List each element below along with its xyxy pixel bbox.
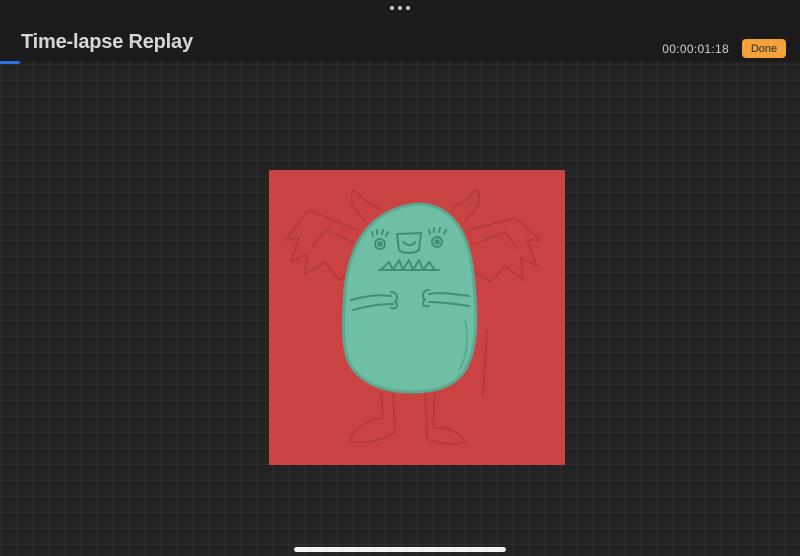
done-button[interactable]: Done — [742, 39, 786, 58]
playback-progress-bar[interactable] — [0, 61, 800, 64]
artwork-canvas[interactable] — [269, 170, 565, 465]
page-title: Time-lapse Replay — [21, 31, 193, 53]
timelapse-replay-screen: Time-lapse Replay 00:00:01:18 Done — [0, 0, 800, 556]
playback-timer: 00:00:01:18 — [662, 42, 729, 56]
playback-progress-fill — [0, 61, 20, 64]
top-bar: Time-lapse Replay 00:00:01:18 Done — [0, 0, 800, 62]
more-dots-icon[interactable] — [390, 3, 410, 13]
home-indicator[interactable] — [294, 547, 506, 552]
monster-drawing — [284, 189, 542, 446]
